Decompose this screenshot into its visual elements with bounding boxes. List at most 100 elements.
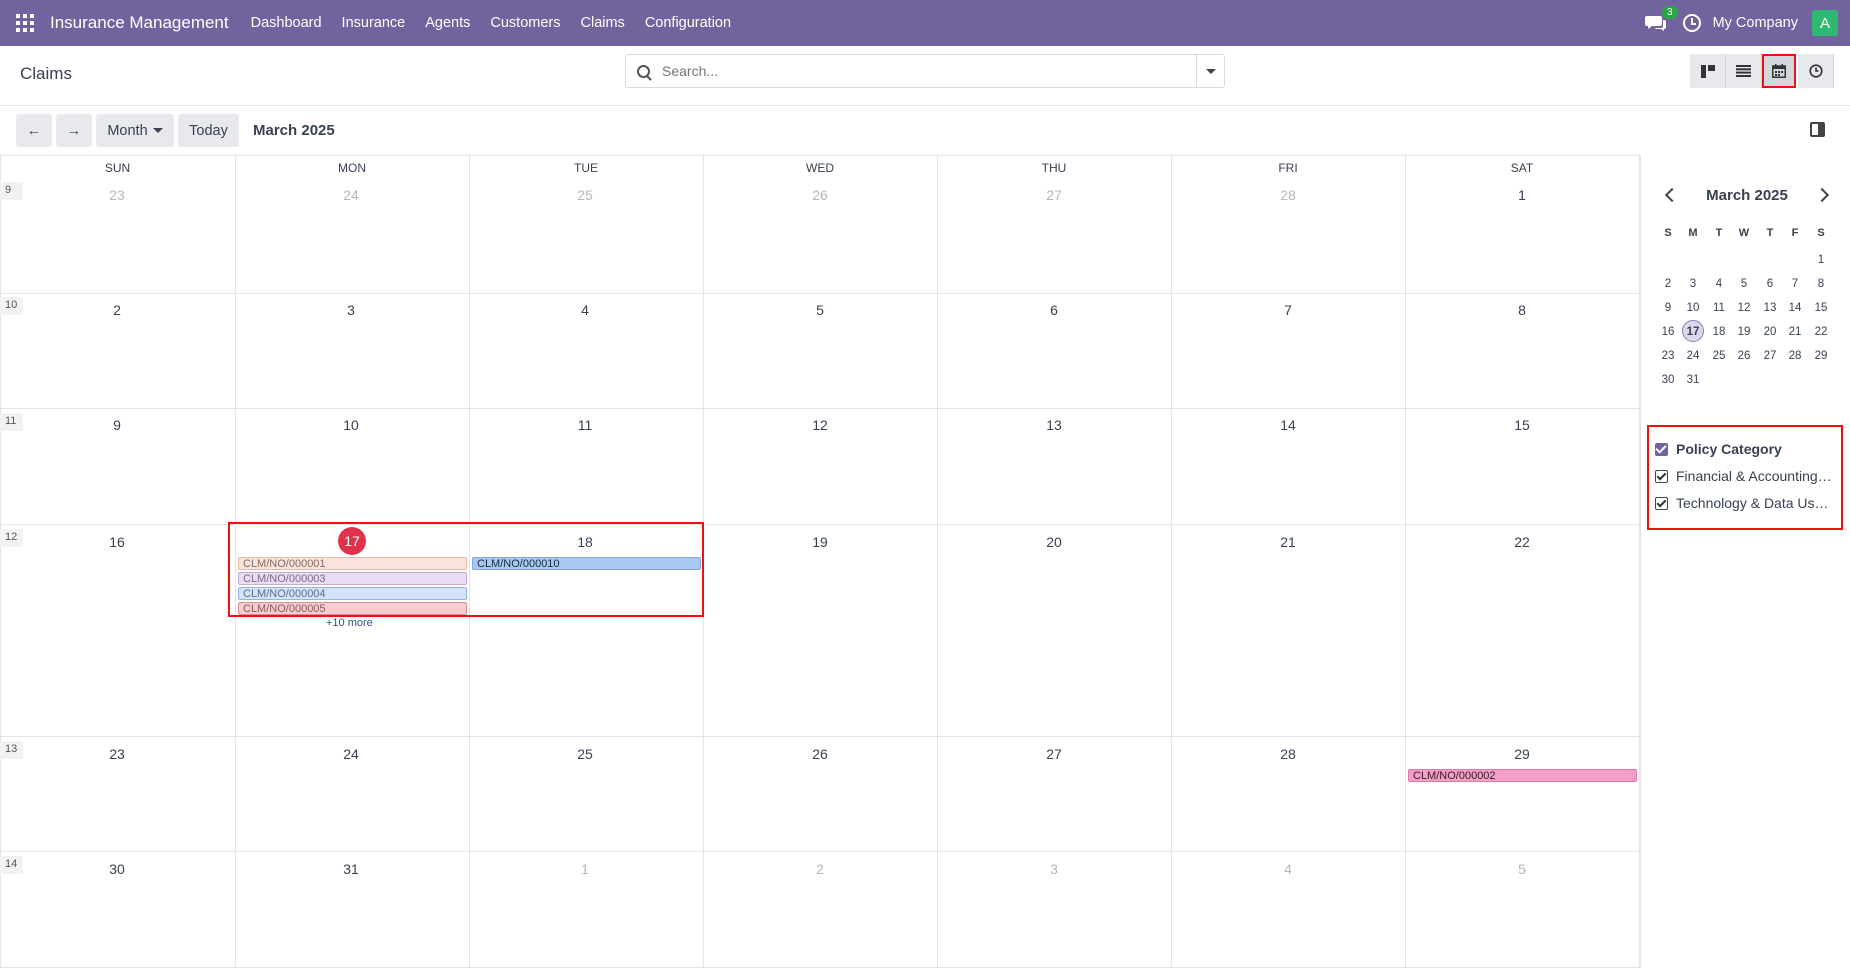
menu-customers[interactable]: Customers [490, 15, 560, 31]
mini-day[interactable]: 6 [1758, 273, 1782, 295]
more-events-link[interactable]: +10 more [326, 617, 373, 629]
day-cell[interactable]: 3 [1034, 861, 1074, 877]
app-name[interactable]: Insurance Management [50, 13, 229, 33]
day-cell[interactable]: 24 [331, 187, 371, 203]
checkbox-checked-icon[interactable] [1655, 496, 1668, 510]
side-panel-toggle-icon[interactable] [1810, 122, 1825, 137]
menu-claims[interactable]: Claims [581, 15, 625, 31]
mini-day[interactable]: 2 [1656, 273, 1680, 295]
day-cell[interactable]: 7 [1268, 302, 1308, 318]
today-button[interactable]: Today [178, 114, 239, 147]
next-button[interactable]: → [56, 114, 92, 147]
mini-day[interactable]: 12 [1732, 297, 1756, 319]
day-cell[interactable]: 30 [97, 861, 137, 877]
menu-agents[interactable]: Agents [425, 15, 470, 31]
day-cell[interactable]: 13 [1034, 417, 1074, 433]
filter-item[interactable]: Financial & Accounting… [1655, 468, 1835, 484]
mini-next-month-icon[interactable] [1814, 187, 1830, 203]
day-cell[interactable]: 20 [1034, 534, 1074, 550]
mini-day[interactable]: 30 [1656, 369, 1680, 391]
mini-day[interactable]: 29 [1809, 345, 1833, 367]
day-cell[interactable]: 28 [1268, 187, 1308, 203]
day-cell[interactable]: 12 [800, 417, 840, 433]
company-switcher[interactable]: My Company [1713, 15, 1798, 31]
mini-day[interactable]: 14 [1783, 297, 1807, 319]
day-cell[interactable]: 1 [565, 861, 605, 877]
mini-day[interactable]: 15 [1809, 297, 1833, 319]
day-cell[interactable]: 16 [97, 534, 137, 550]
chat-icon[interactable]: 3 [1644, 6, 1678, 33]
day-cell[interactable]: 10 [331, 417, 371, 433]
calendar-view-button[interactable] [1762, 54, 1796, 88]
day-cell[interactable]: 5 [1502, 861, 1542, 877]
mini-day[interactable]: 21 [1783, 321, 1807, 343]
day-cell[interactable]: 22 [1502, 534, 1542, 550]
checkbox-checked-icon[interactable] [1655, 469, 1668, 483]
mini-day[interactable]: 28 [1783, 345, 1807, 367]
day-cell[interactable]: 25 [565, 746, 605, 762]
list-view-button[interactable] [1726, 54, 1762, 88]
mini-day[interactable]: 8 [1809, 273, 1833, 295]
mini-day[interactable]: 23 [1656, 345, 1680, 367]
day-cell[interactable]: 19 [800, 534, 840, 550]
mini-day[interactable]: 5 [1732, 273, 1756, 295]
day-cell[interactable]: 4 [565, 302, 605, 318]
mini-day[interactable]: 22 [1809, 321, 1833, 343]
search-input[interactable] [662, 63, 1162, 79]
day-cell[interactable]: 31 [331, 861, 371, 877]
day-cell[interactable]: 4 [1268, 861, 1308, 877]
day-cell[interactable]: 27 [1034, 187, 1074, 203]
filter-item[interactable]: Technology & Data Us… [1655, 495, 1835, 511]
page-title[interactable]: Claims [20, 64, 72, 84]
checkbox-checked-icon[interactable] [1655, 442, 1668, 456]
mini-day[interactable]: 18 [1707, 321, 1731, 343]
mini-day[interactable]: 3 [1681, 273, 1705, 295]
filter-section-policy-category[interactable]: Policy Category [1655, 441, 1835, 457]
day-cell[interactable]: 8 [1502, 302, 1542, 318]
day-cell[interactable]: 15 [1502, 417, 1542, 433]
mini-day[interactable]: 25 [1707, 345, 1731, 367]
previous-button[interactable]: ← [16, 114, 52, 147]
day-cell[interactable]: 3 [331, 302, 371, 318]
day-cell[interactable]: 5 [800, 302, 840, 318]
mini-day-today[interactable]: 17 [1682, 320, 1704, 342]
day-cell[interactable]: 27 [1034, 746, 1074, 762]
day-cell[interactable]: 25 [565, 187, 605, 203]
day-cell[interactable]: 9 [97, 417, 137, 433]
mini-day[interactable]: 10 [1681, 297, 1705, 319]
day-cell[interactable]: 29 [1502, 746, 1542, 762]
mini-day[interactable]: 7 [1783, 273, 1807, 295]
day-cell[interactable]: 24 [331, 746, 371, 762]
mini-day[interactable]: 20 [1758, 321, 1782, 343]
activity-view-button[interactable] [1798, 54, 1834, 88]
day-cell[interactable]: 14 [1268, 417, 1308, 433]
day-cell[interactable]: 21 [1268, 534, 1308, 550]
mini-day[interactable]: 13 [1758, 297, 1782, 319]
menu-configuration[interactable]: Configuration [645, 15, 731, 31]
day-cell[interactable]: 11 [565, 417, 605, 433]
calendar-event[interactable]: CLM/NO/000002 [1408, 769, 1637, 782]
day-cell[interactable]: 2 [800, 861, 840, 877]
menu-insurance[interactable]: Insurance [342, 15, 406, 31]
kanban-view-button[interactable] [1690, 54, 1726, 88]
mini-day[interactable]: 9 [1656, 297, 1680, 319]
mini-day[interactable]: 24 [1681, 345, 1705, 367]
mini-prev-month-icon[interactable] [1664, 187, 1680, 203]
apps-menu-icon[interactable] [0, 0, 50, 46]
scale-dropdown[interactable]: Month [96, 114, 174, 147]
mini-day[interactable]: 1 [1809, 249, 1833, 271]
day-cell[interactable]: 1 [1502, 187, 1542, 203]
mini-day[interactable]: 31 [1681, 369, 1705, 391]
mini-day[interactable]: 11 [1707, 297, 1731, 319]
day-cell[interactable]: 23 [97, 746, 137, 762]
day-cell[interactable]: 2 [97, 302, 137, 318]
menu-dashboard[interactable]: Dashboard [251, 15, 322, 31]
mini-day[interactable]: 4 [1707, 273, 1731, 295]
user-avatar[interactable]: A [1812, 10, 1838, 36]
activity-clock-icon[interactable] [1682, 14, 1701, 32]
mini-day[interactable]: 27 [1758, 345, 1782, 367]
day-cell[interactable]: 23 [97, 187, 137, 203]
day-cell[interactable]: 26 [800, 187, 840, 203]
day-cell[interactable]: 28 [1268, 746, 1308, 762]
mini-day[interactable]: 26 [1732, 345, 1756, 367]
